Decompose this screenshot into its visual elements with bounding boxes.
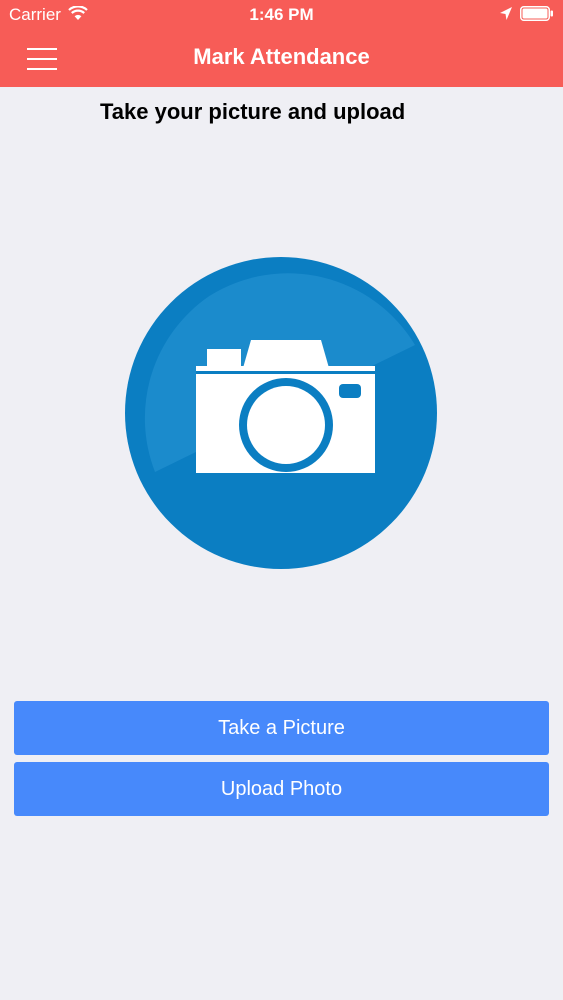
instruction-text: Take your picture and upload: [100, 99, 406, 124]
battery-icon: [520, 6, 553, 21]
app-header: Carrier 1:46 PM Mark Attendance: [0, 0, 563, 87]
location-arrow-icon: [500, 7, 512, 20]
upload-photo-button[interactable]: Upload Photo: [14, 762, 549, 816]
status-bar: Carrier 1:46 PM: [0, 0, 563, 30]
take-picture-button[interactable]: Take a Picture: [14, 701, 549, 755]
navigation-bar: Mark Attendance: [0, 30, 563, 87]
page-title: Mark Attendance: [193, 44, 370, 69]
camera-icon: [125, 257, 437, 569]
status-time: 1:46 PM: [249, 5, 314, 24]
